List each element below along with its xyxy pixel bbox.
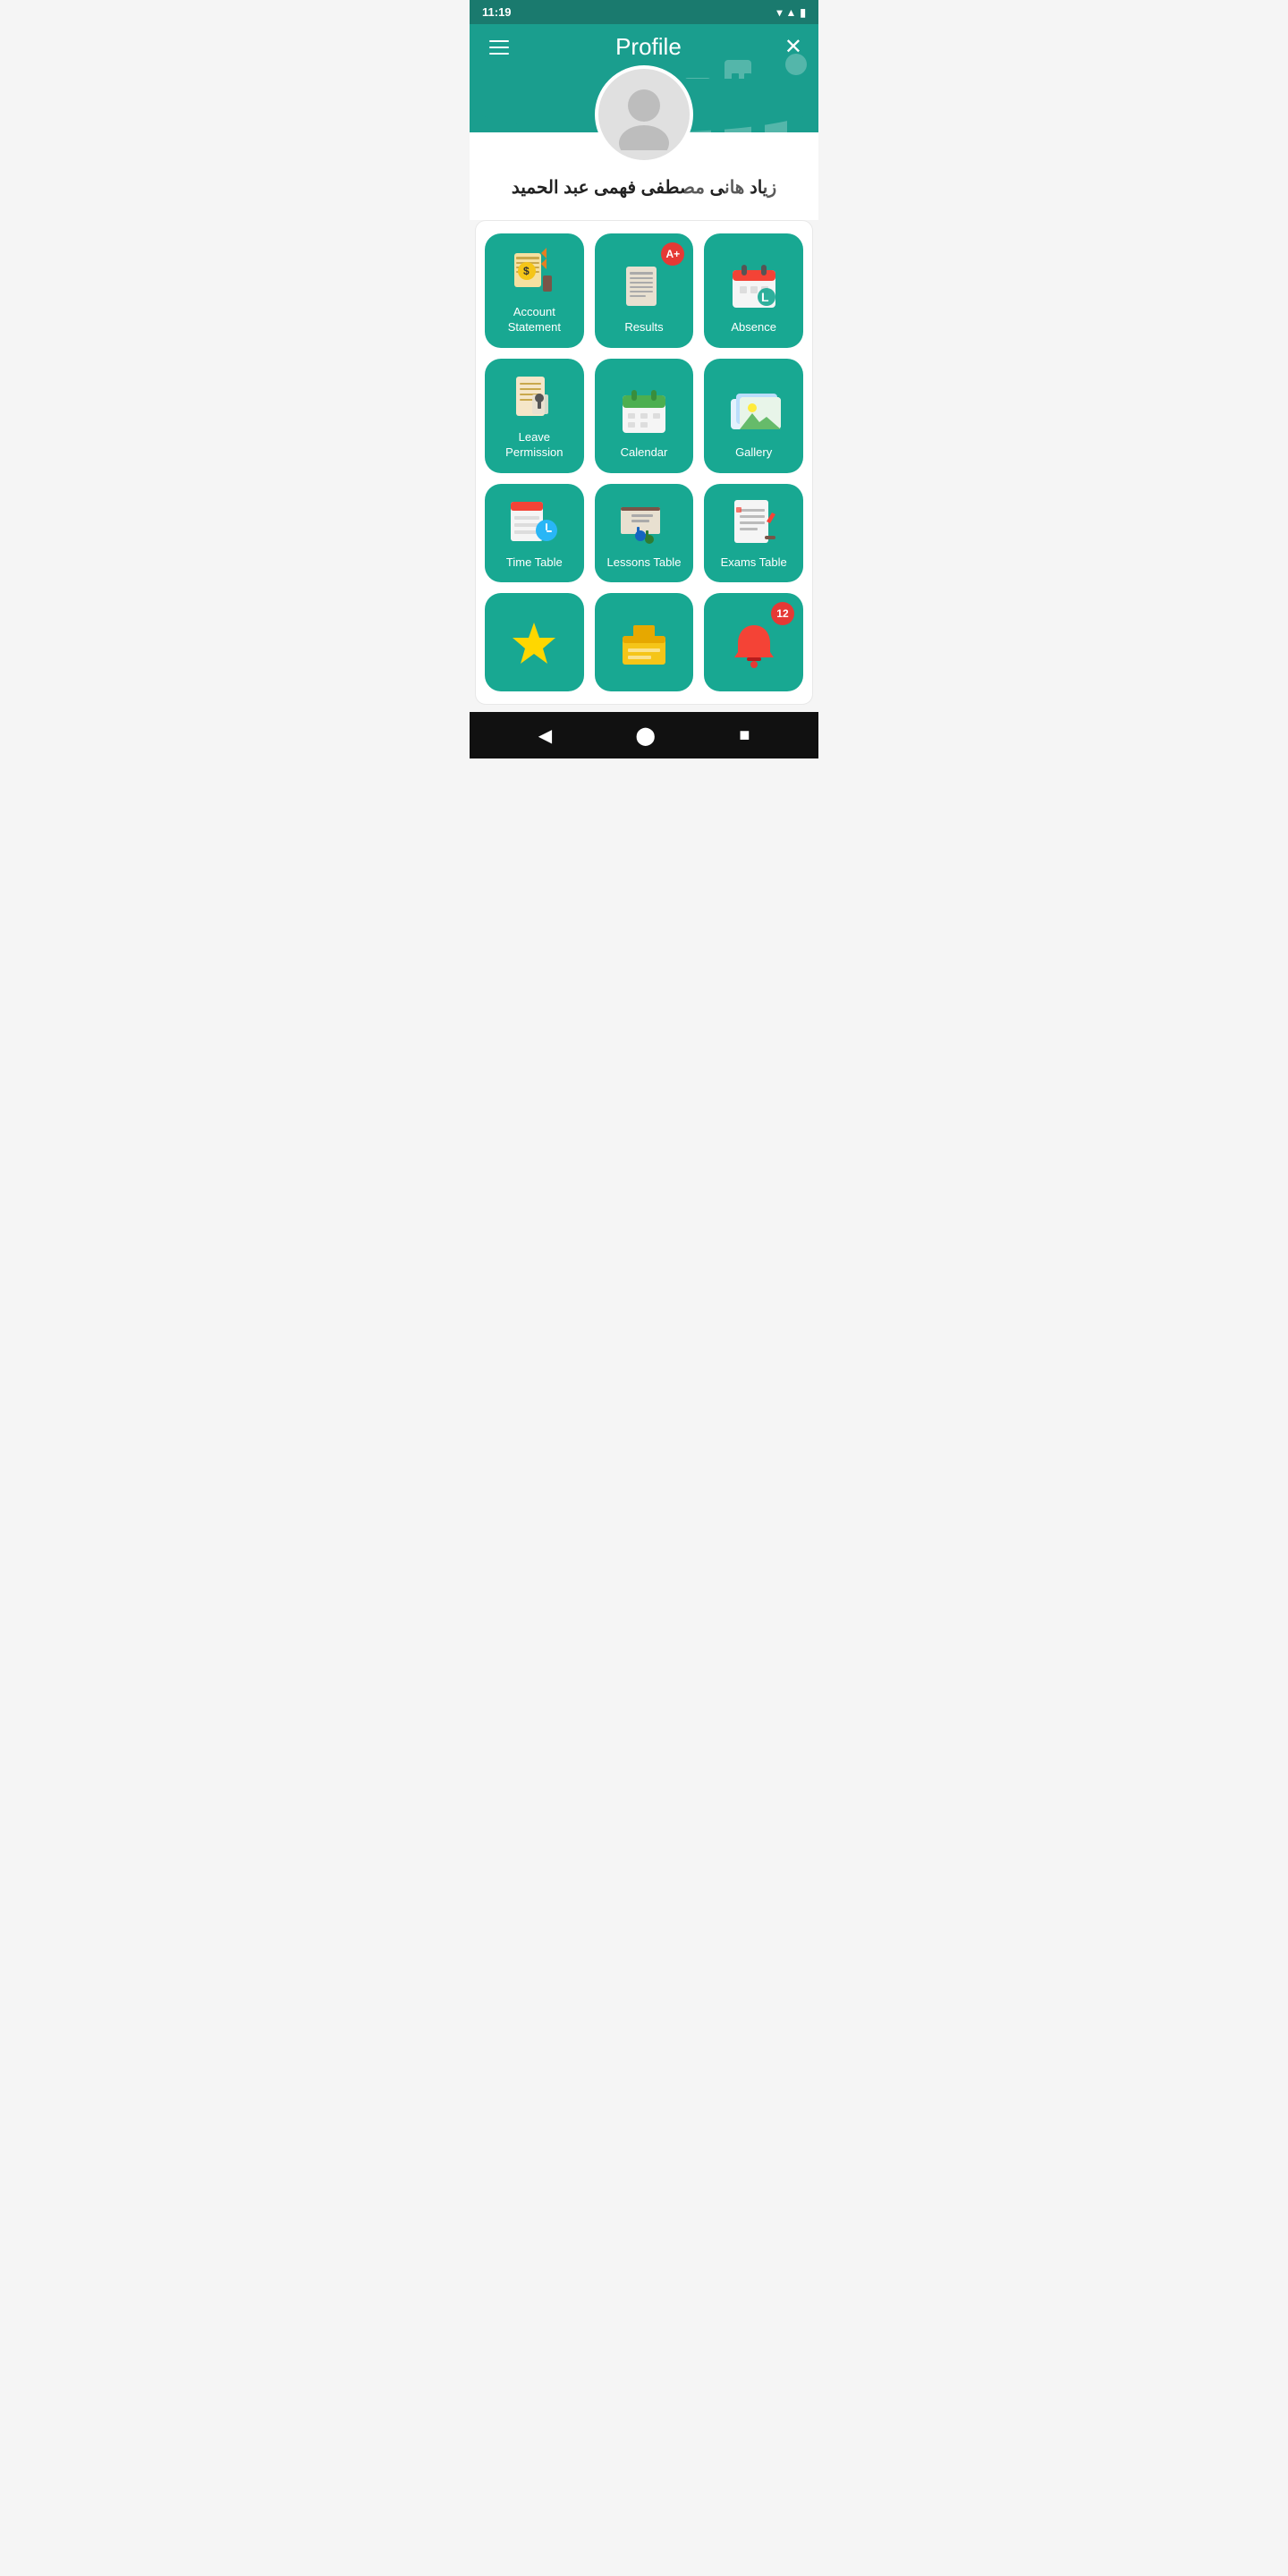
icon-results [617,259,671,313]
avatar-container [595,65,693,164]
profile-section: Profile ✕ [470,24,818,220]
grid-item-absence[interactable]: L Absence [704,233,803,348]
icon-item-10 [507,618,561,672]
bottom-navigation-bar: ◀ ⬤ ■ [470,712,818,758]
icon-lessons-table [617,495,671,548]
grid-item-account-statement[interactable]: $ Account Statement [485,233,584,348]
grid-item-item-10[interactable] [485,593,584,691]
grid-item-lessons-table[interactable]: Lessons Table [595,484,694,583]
menu-grid: $ Account StatementA+ Results L Absence [485,233,803,691]
label-leave-permission: Leave Permission [492,430,577,461]
label-calendar: Calendar [621,445,668,461]
icon-time-table [507,495,561,548]
grid-item-item-12[interactable]: 12 [704,593,803,691]
icon-account-statement: $ [507,244,561,298]
home-button[interactable]: ⬤ [628,717,662,754]
grid-item-exams-table[interactable]: Exams Table [704,484,803,583]
recents-button[interactable]: ■ [732,718,757,753]
grid-item-time-table[interactable]: Time Table [485,484,584,583]
status-icons: ▾ ▲ ▮ [776,6,806,19]
icon-calendar [617,385,671,438]
label-results: Results [624,320,663,335]
close-button[interactable]: ✕ [784,37,802,58]
icon-exams-table [727,495,781,548]
avatar [595,65,693,164]
grid-item-gallery[interactable]: Gallery [704,359,803,473]
status-bar: 11:19 ▾ ▲ ▮ [470,0,818,24]
grid-item-item-11[interactable] [595,593,694,691]
svg-text:L: L [761,290,769,304]
grid-item-calendar[interactable]: Calendar [595,359,694,473]
page-title: Profile [615,33,682,61]
grid-section: $ Account StatementA+ Results L Absence [475,220,813,705]
label-exams-table: Exams Table [721,555,787,571]
grid-item-results[interactable]: A+ Results [595,233,694,348]
label-lessons-table: Lessons Table [607,555,682,571]
label-account-statement: Account Statement [492,305,577,335]
menu-button[interactable] [486,37,513,58]
battery-icon: ▮ [800,6,806,19]
status-time: 11:19 [482,5,512,19]
label-time-table: Time Table [506,555,563,571]
signal-icon: ▲ [786,6,797,19]
icon-item-12 [727,618,781,672]
svg-text:$: $ [523,265,530,277]
label-absence: Absence [731,320,776,335]
grid-item-leave-permission[interactable]: Leave Permission [485,359,584,473]
icon-item-11 [617,618,671,672]
back-button[interactable]: ◀ [531,717,559,754]
icon-leave-permission [507,369,561,423]
badge-item-12: 12 [771,602,794,625]
icon-absence: L [727,259,781,313]
label-gallery: Gallery [735,445,772,461]
icon-gallery [727,385,781,438]
badge-results: A+ [661,242,684,266]
wifi-icon: ▾ [776,6,782,19]
